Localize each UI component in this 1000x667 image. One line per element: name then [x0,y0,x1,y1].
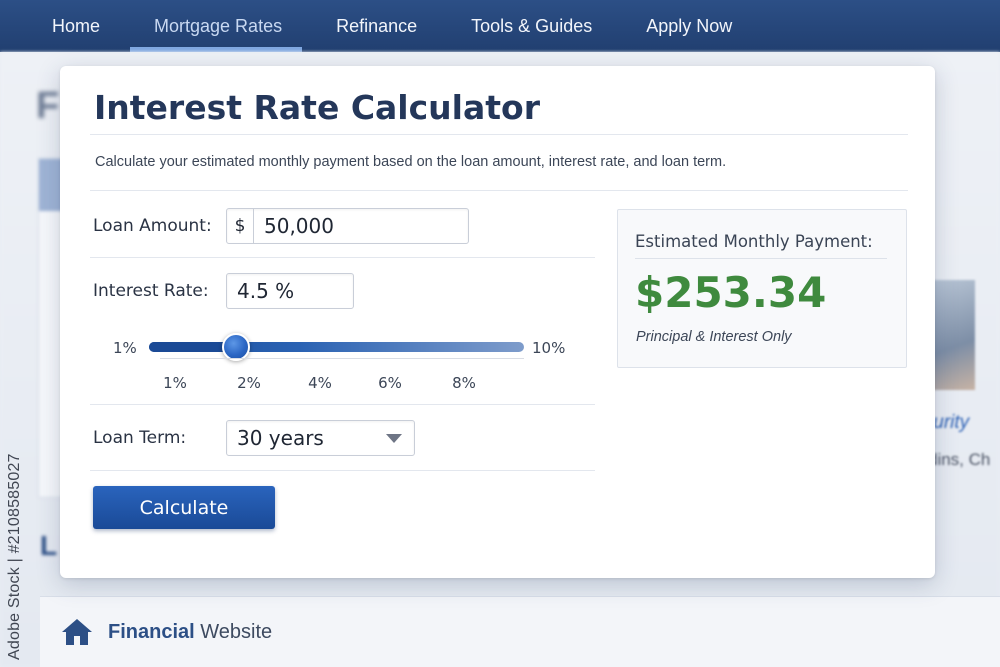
nav-apply-now[interactable]: Apply Now [646,0,732,52]
interest-rate-label: Interest Rate: [93,281,209,301]
divider [90,190,908,191]
slider-min-label: 1% [113,339,137,357]
footer-brand[interactable]: Financial Website [108,621,272,644]
page-title: Interest Rate Calculator [94,88,540,127]
loan-term-label: Loan Term: [93,428,187,448]
footer-bar: Financial Website [40,596,1000,667]
slider-tick-label: 1% [163,374,187,392]
divider [90,470,595,471]
divider [635,258,887,259]
divider [90,257,595,258]
top-navigation: Home Mortgage Rates Refinance Tools & Gu… [0,0,1000,52]
background-article-text: dins, Ch [928,450,991,469]
chevron-down-icon [386,434,402,443]
loan-term-select[interactable]: 30 years [226,420,415,456]
calculator-description: Calculate your estimated monthly payment… [95,154,727,170]
loan-amount-input[interactable]: $ 50,000 [226,208,469,244]
slider-max-label: 10% [532,339,566,357]
stock-watermark: Adobe Stock | #2108585027 [6,453,23,660]
background-heading: F [36,85,60,127]
nav-home[interactable]: Home [52,0,100,52]
background-section-heading: L [40,530,58,561]
slider-tick-label: 2% [237,374,261,392]
nav-refinance[interactable]: Refinance [336,0,417,52]
result-label: Estimated Monthly Payment: [635,232,873,251]
slider-tick-line [160,358,524,359]
loan-amount-value: 50,000 [264,214,334,238]
slider-tick-label: 6% [378,374,402,392]
result-panel: Estimated Monthly Payment: $253.34 Princ… [617,209,907,368]
slider-tick-label: 4% [308,374,332,392]
interest-rate-slider-thumb[interactable] [221,333,250,361]
background-article-image [930,280,975,390]
footer-brand-rest: Website [194,620,273,643]
calculate-button[interactable]: Calculate [93,486,275,529]
currency-symbol: $ [227,209,254,243]
footer-brand-bold: Financial [108,620,195,643]
home-icon [62,619,92,645]
loan-amount-label: Loan Amount: [93,216,212,236]
nav-tools-guides[interactable]: Tools & Guides [471,0,592,52]
nav-mortgage-rates[interactable]: Mortgage Rates [130,0,303,52]
interest-rate-value: 4.5 % [237,279,295,303]
result-note: Principal & Interest Only [636,329,792,345]
divider [90,134,908,135]
monthly-payment-amount: $253.34 [635,268,827,317]
slider-tick-label: 8% [452,374,476,392]
interest-rate-input[interactable]: 4.5 % [226,273,354,309]
loan-term-value: 30 years [237,426,324,450]
divider [90,404,595,405]
calculator-card: Interest Rate Calculator Calculate your … [60,66,935,578]
